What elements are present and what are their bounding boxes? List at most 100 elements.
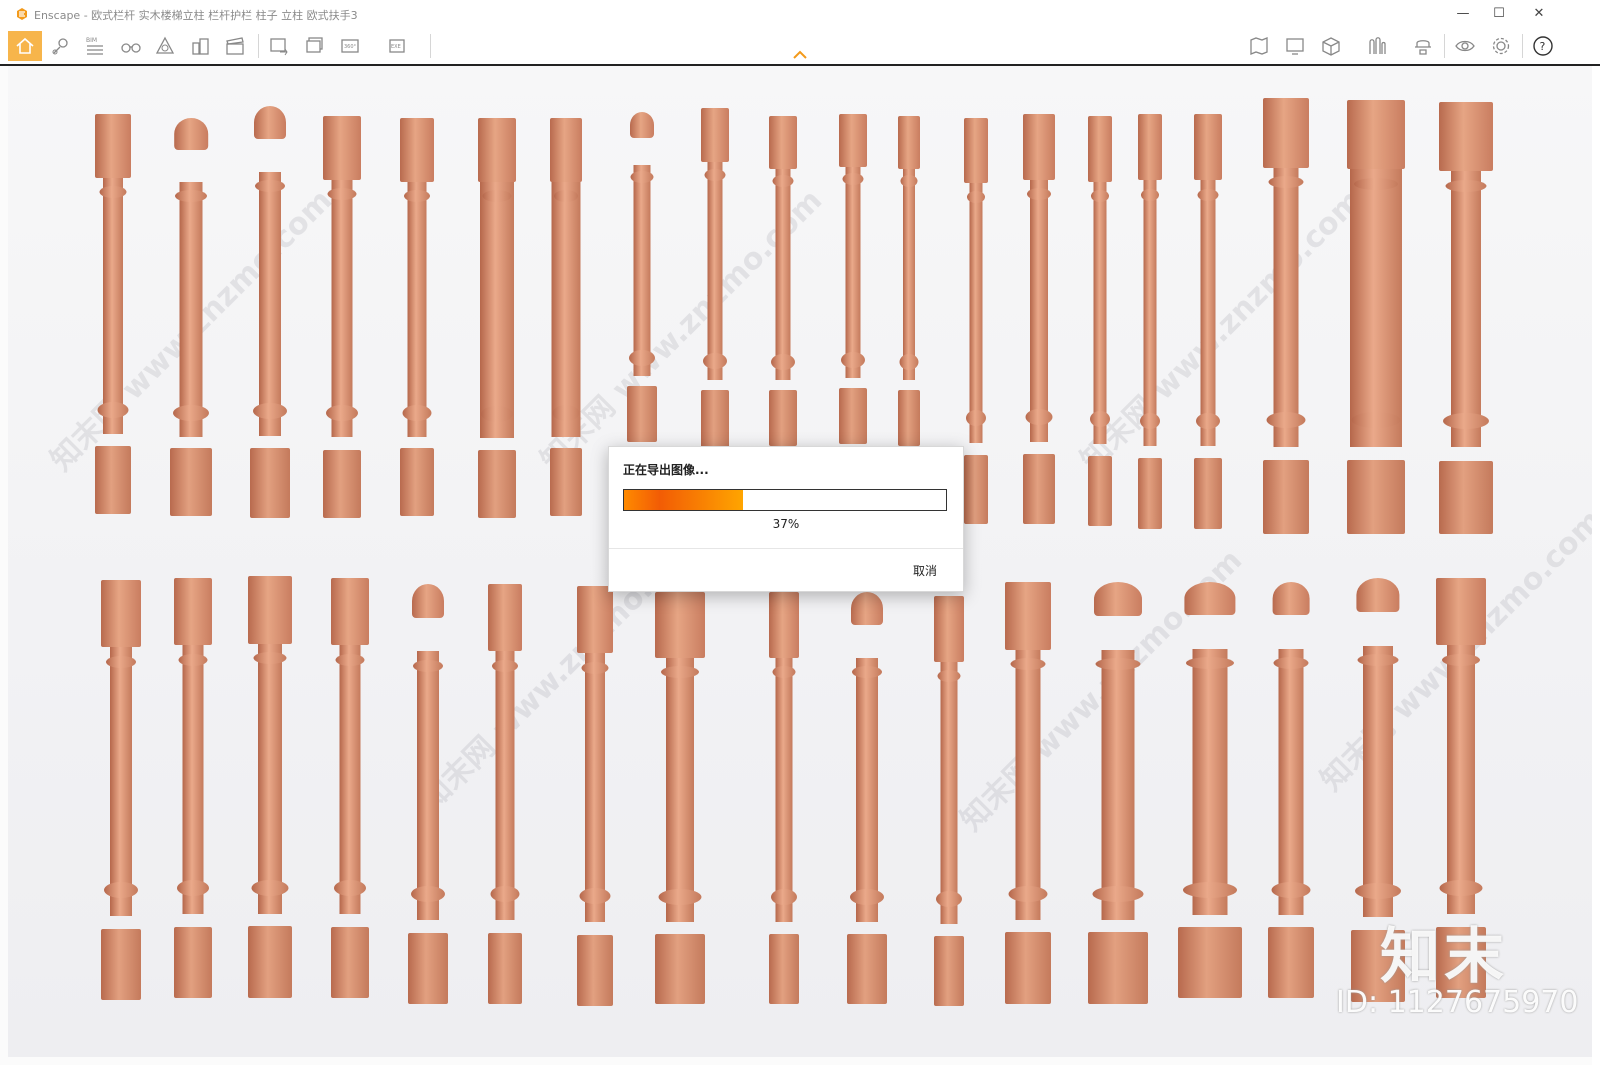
baluster-render [1266, 582, 1316, 998]
monitor-icon [1286, 38, 1304, 55]
settings-button[interactable] [1486, 31, 1516, 61]
baluster-shaft [1273, 168, 1299, 447]
baluster-render [472, 118, 522, 518]
enscape-logo-icon [17, 8, 27, 20]
enscape-toolbar: BIM 360° EXE ? [0, 28, 1600, 66]
home-button[interactable] [8, 31, 42, 61]
baluster-base [550, 448, 582, 516]
baluster-cap [655, 592, 705, 658]
baluster-base [655, 934, 705, 1004]
baluster-base [1439, 461, 1493, 534]
baluster-cap [701, 108, 729, 162]
batch-render-button[interactable] [300, 31, 330, 61]
visual-settings-button[interactable] [1450, 31, 1480, 61]
baluster-base [478, 450, 516, 518]
toolbar-separator [430, 34, 431, 58]
baluster-ring [629, 350, 655, 366]
baluster-base [769, 390, 797, 446]
baluster-base [400, 448, 434, 516]
baluster-cap [400, 118, 434, 182]
baluster-cap [1138, 114, 1162, 180]
maximize-button[interactable]: ☐ [1484, 4, 1514, 24]
baluster-shaft [259, 172, 281, 436]
baluster-shaft [775, 658, 793, 922]
baluster-shaft [940, 662, 958, 924]
baluster-cap [488, 584, 522, 651]
baluster-shaft [775, 169, 791, 380]
collapse-toolbar-icon[interactable] [792, 50, 808, 60]
location-button[interactable] [46, 31, 76, 61]
bim-button[interactable]: BIM [80, 31, 110, 61]
toolbar-separator [1444, 34, 1445, 58]
baluster-ring [842, 173, 864, 185]
baluster-ring [335, 654, 365, 666]
baluster-base [170, 448, 212, 516]
baluster-shaft [258, 644, 282, 914]
watermark-logo: 知末 [1380, 922, 1508, 992]
objects-button[interactable] [1316, 31, 1346, 61]
baluster-ring [772, 666, 796, 678]
gear-icon [1492, 37, 1510, 55]
location-pin-icon [52, 38, 68, 55]
baluster-base [248, 926, 292, 998]
views-button[interactable] [116, 31, 146, 61]
asset-library-button[interactable] [1362, 31, 1392, 61]
baluster-cap [577, 586, 613, 653]
baluster-cap [1094, 582, 1142, 616]
baluster-cap [1184, 582, 1236, 615]
baluster-ring [402, 405, 432, 421]
baluster-ring [1141, 189, 1159, 201]
minimize-button[interactable]: — [1448, 4, 1478, 24]
baluster-cap [174, 118, 208, 150]
baluster-cap [1436, 578, 1486, 645]
baluster-ring [1010, 658, 1046, 670]
baluster-ring [1186, 657, 1234, 669]
help-icon: ? [1533, 36, 1553, 56]
baluster-ring [1271, 882, 1311, 898]
baluster-render [1261, 98, 1311, 534]
baluster-cap [1194, 114, 1222, 180]
cancel-button[interactable]: 取消 [913, 562, 937, 579]
screenshot-button[interactable] [264, 31, 294, 61]
baluster-shaft [1030, 180, 1048, 442]
baluster-shaft [707, 162, 723, 380]
baluster-base [174, 927, 212, 998]
buildings-button[interactable] [186, 31, 216, 61]
baluster-ring [900, 175, 918, 187]
baluster-ring [966, 410, 986, 426]
baluster-cap [1023, 114, 1055, 180]
baluster-render [690, 108, 740, 448]
baluster-cap [550, 118, 582, 182]
close-button[interactable]: ✕ [1524, 4, 1554, 24]
baluster-cap [964, 118, 988, 183]
asset-library-icon [1369, 37, 1386, 54]
monitor-button[interactable] [1280, 31, 1310, 61]
export-progress-dialog: 正在导出图像... 37% 取消 [608, 446, 964, 592]
baluster-render [245, 106, 295, 518]
help-button[interactable]: ? [1528, 31, 1558, 61]
baluster-ring [1008, 886, 1048, 902]
baluster-ring [106, 656, 136, 668]
baluster-ring [554, 190, 578, 202]
baluster-ring [1140, 413, 1160, 429]
baluster-cap [478, 118, 516, 182]
baluster-base [101, 929, 141, 1000]
baluster-render [1003, 582, 1053, 1004]
baluster-shaft [179, 182, 203, 437]
panorama-button[interactable]: 360° [336, 31, 366, 61]
map-icon [1250, 37, 1268, 55]
map-button[interactable] [1244, 31, 1274, 61]
baluster-render [480, 584, 530, 1004]
baluster-base [627, 386, 657, 442]
baluster-cap [254, 106, 286, 139]
baluster-render [924, 596, 974, 1006]
upload-button[interactable] [1408, 31, 1438, 61]
dialog-title: 正在导出图像... [623, 463, 709, 477]
atmosphere-button[interactable] [150, 31, 180, 61]
export-progress-bar [623, 489, 947, 511]
baluster-base [1347, 460, 1405, 534]
svg-text:BIM: BIM [86, 37, 97, 44]
exe-export-button[interactable]: EXE [384, 31, 414, 61]
video-button[interactable] [220, 31, 250, 61]
baluster-shaft [1200, 180, 1216, 446]
